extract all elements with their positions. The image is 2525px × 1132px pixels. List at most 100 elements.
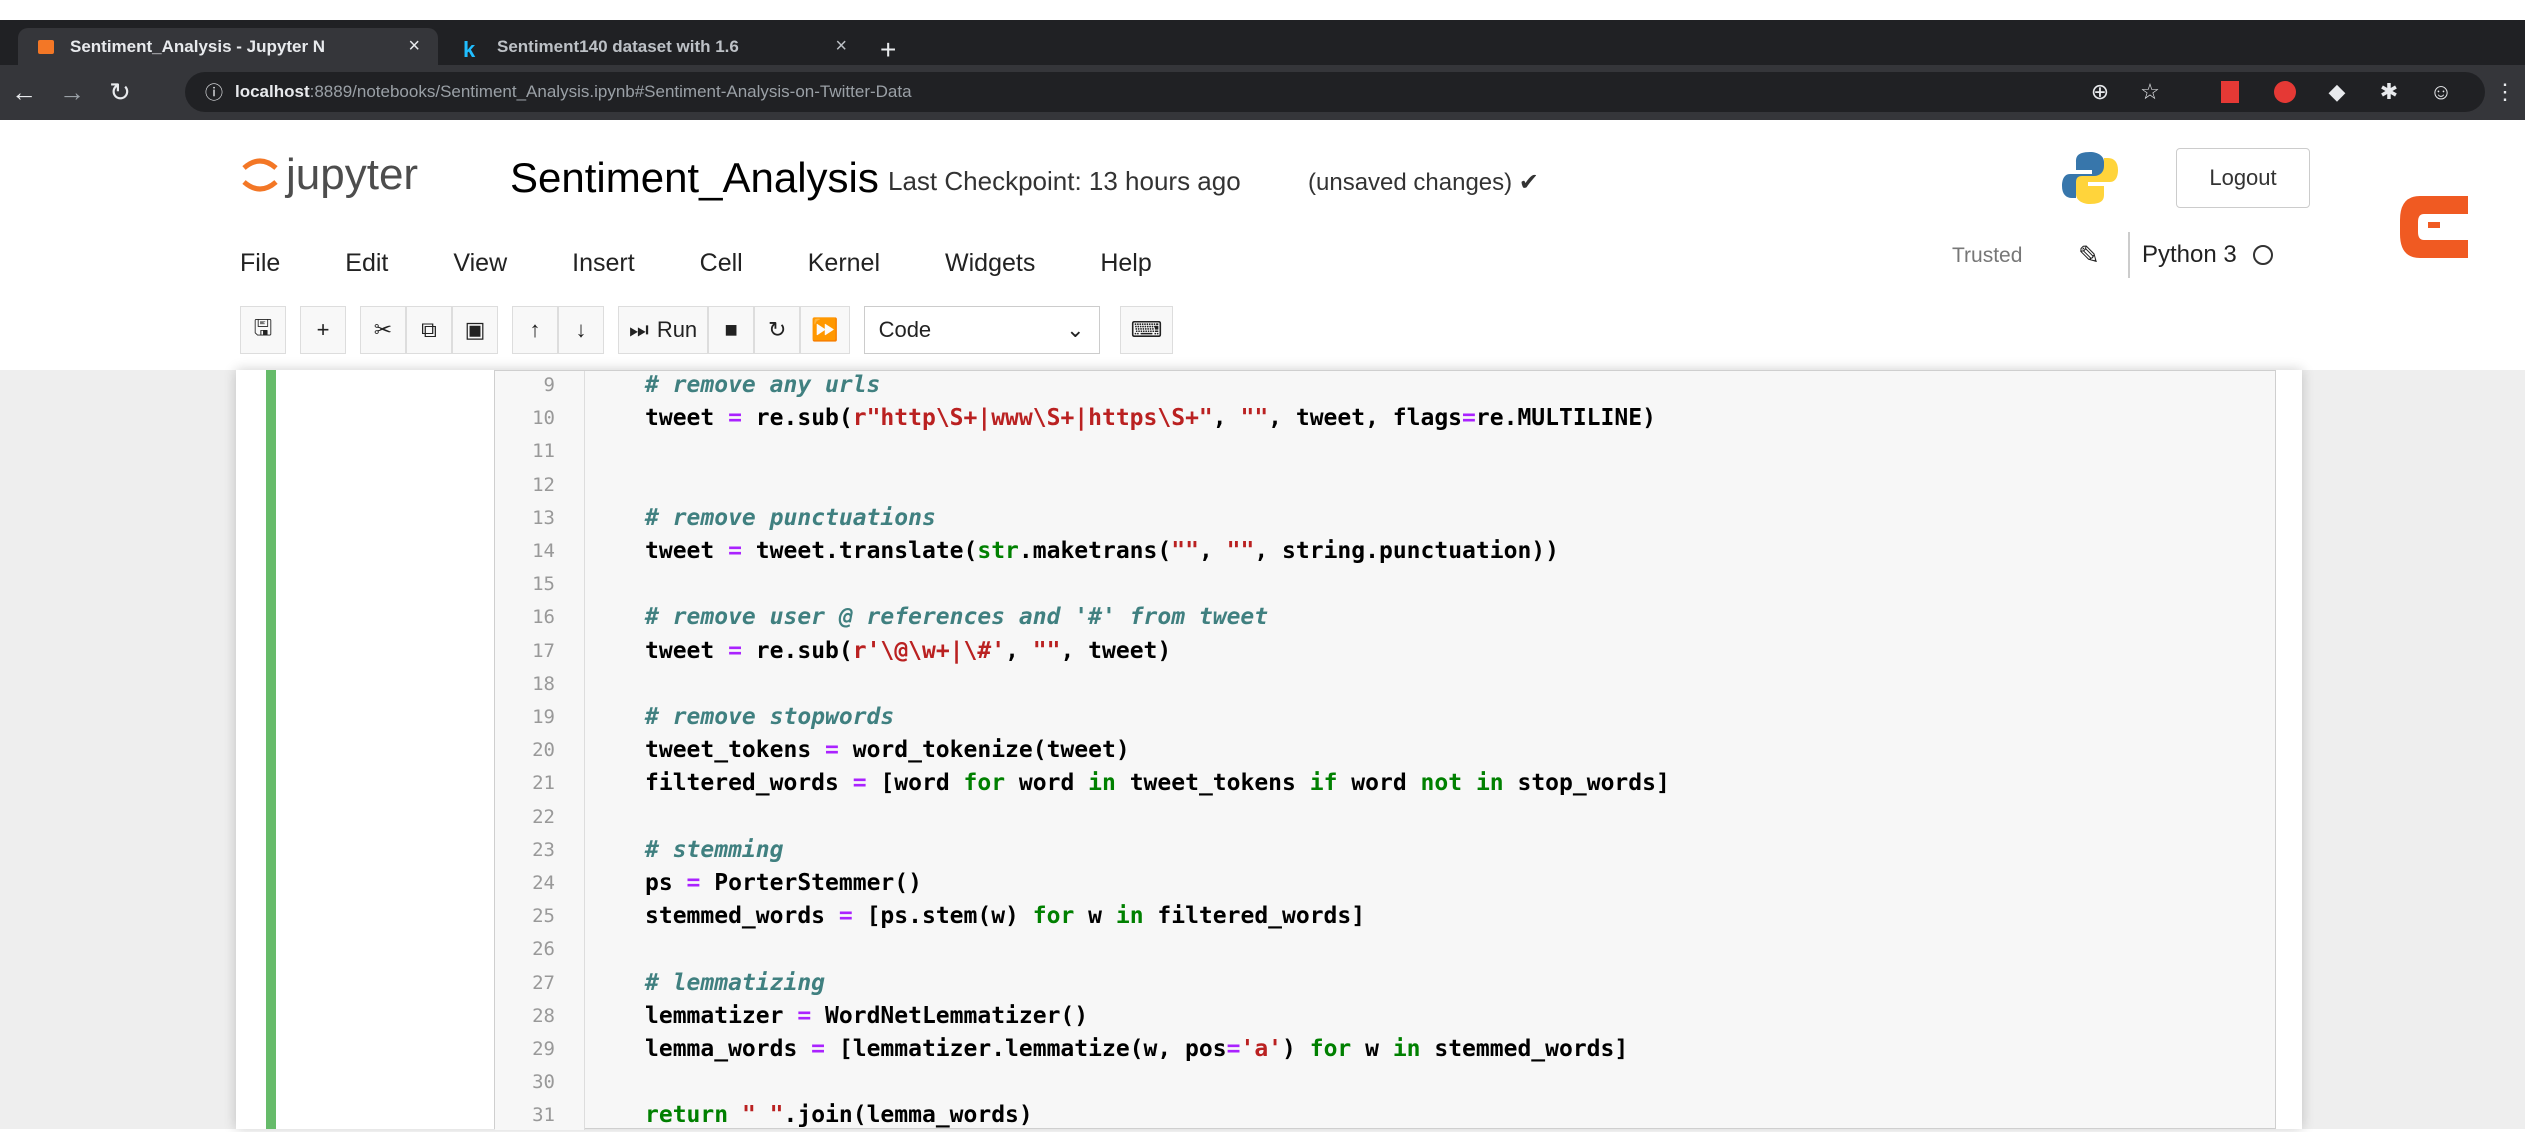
command-palette-keyboard-icon[interactable]: ⌨ — [1119, 306, 1174, 354]
kaggle-favicon-icon: k — [463, 36, 476, 62]
kernel-name: Python 3 — [2142, 241, 2237, 268]
jupyter-logo-icon — [240, 152, 280, 198]
line-number: 15 — [532, 573, 555, 596]
run-step-icon: ⏭ — [629, 317, 649, 342]
save-icon[interactable]: 🖫 — [240, 306, 286, 354]
code-line: 22 — [495, 801, 2275, 834]
menu-widgets[interactable]: Widgets — [945, 249, 1035, 278]
line-number: 27 — [532, 971, 555, 994]
move-down-arrow-icon[interactable]: ↓ — [558, 306, 604, 354]
code-line: 26 — [495, 933, 2275, 966]
extension-ublock-icon[interactable] — [2270, 77, 2300, 107]
menu-file[interactable]: File — [240, 249, 280, 278]
forward-icon[interactable]: → — [48, 77, 96, 108]
code-line: 13 # remove punctuations — [495, 502, 2275, 535]
kernel-idle-icon — [2252, 245, 2273, 265]
menu-help[interactable]: Help — [1100, 249, 1151, 278]
profile-avatar-icon[interactable]: ☺ — [2426, 77, 2456, 107]
code-text: # remove punctuations — [645, 504, 936, 531]
code-text: # lemmatizing — [645, 969, 826, 996]
logout-button[interactable]: Logout — [2176, 148, 2310, 208]
code-editor[interactable]: 9 # remove any urls 10 tweet = re.sub(r"htt… — [494, 369, 2276, 1132]
extension-shield-icon[interactable]: ◆ — [2322, 77, 2352, 107]
line-number: 31 — [532, 1104, 555, 1127]
line-number: 29 — [532, 1038, 555, 1060]
jupyter-logo-text: jupyter — [286, 150, 419, 199]
code-line: 16 # remove user @ references and '#' fro… — [495, 601, 2275, 634]
trusted-indicator[interactable]: Trusted — [1952, 244, 2022, 268]
menu-kebab-icon[interactable]: ⋮ — [2490, 77, 2520, 107]
code-line: 11 — [495, 435, 2275, 468]
kernel-indicator: Python 3 — [2128, 232, 2273, 278]
code-text: ps = PorterStemmer() — [645, 870, 922, 896]
line-number: 12 — [532, 473, 555, 496]
code-line: 9 # remove any urls — [495, 369, 2275, 402]
code-text: tweet = re.sub(r"http\S+|www\S+|https\S+… — [645, 405, 1656, 432]
code-line: 29 lemma_words = [lemmatizer.lemmatize(w,… — [495, 1033, 2275, 1066]
back-icon[interactable]: ← — [0, 77, 48, 108]
code-cell[interactable]: 9 # remove any urls 10 tweet = re.sub(r"htt… — [266, 369, 2276, 1132]
menu-edit[interactable]: Edit — [345, 249, 388, 278]
code-line: 18 — [495, 668, 2275, 701]
line-number: 24 — [532, 872, 555, 894]
code-text: tweet = tweet.translate(str.maketrans(""… — [645, 538, 1559, 564]
code-text: tweet = re.sub(r'\@\w+|\#', "", tweet) — [645, 637, 1172, 664]
code-text: # remove stopwords — [645, 704, 895, 730]
close-tab-icon[interactable]: × — [835, 35, 847, 58]
code-line: 25 stemmed_words = [ps.stem(w) for w in f… — [495, 900, 2275, 933]
line-number: 16 — [532, 606, 555, 629]
insert-cell-plus-icon[interactable]: + — [300, 306, 346, 354]
checkpoint-status: Last Checkpoint: 13 hours ago — [888, 166, 1241, 196]
copy-icon[interactable]: ⧉ — [406, 306, 452, 354]
unsaved-status: (unsaved changes) ✔ — [1308, 169, 1539, 196]
jupyter-logo[interactable]: jupyter — [240, 150, 418, 200]
line-number: 9 — [543, 374, 555, 396]
zoom-icon[interactable]: ⊕ — [2085, 77, 2115, 107]
restart-run-all-icon[interactable]: ⏩ — [800, 306, 850, 354]
browser-tab-bar: Sentiment_Analysis - Jupyter N × k Senti… — [0, 20, 2525, 65]
close-tab-icon[interactable]: × — [408, 35, 420, 58]
reload-icon[interactable]: ↻ — [96, 77, 144, 108]
tab-title: Sentiment_Analysis - Jupyter N — [70, 36, 326, 56]
cell-type-select[interactable]: Code ⌄ — [863, 306, 1100, 354]
code-line: 30 — [495, 1066, 2275, 1099]
menu-cell[interactable]: Cell — [700, 249, 743, 278]
line-number: 10 — [532, 407, 555, 430]
code-line: 20 tweet_tokens = word_tokenize(tweet) — [495, 734, 2275, 767]
code-line: 31 return " ".join(lemma_words) — [495, 1099, 2275, 1132]
line-number: 26 — [532, 938, 555, 961]
line-number: 25 — [532, 905, 555, 928]
jupyter-header: jupyter Sentiment_Analysis Last Checkpoi… — [0, 120, 2525, 370]
cut-scissors-icon[interactable]: ✂ — [360, 306, 406, 354]
notebook-area: 9 # remove any urls 10 tweet = re.sub(r"htt… — [0, 369, 2525, 1132]
code-text: # stemming — [645, 836, 784, 863]
code-text: # remove any urls — [645, 372, 881, 398]
bookmark-star-icon[interactable]: ☆ — [2135, 77, 2165, 107]
menu-view[interactable]: View — [453, 249, 507, 278]
line-number: 14 — [532, 540, 555, 562]
tab-jupyter[interactable]: Sentiment_Analysis - Jupyter N × — [18, 28, 438, 65]
menu-kernel[interactable]: Kernel — [808, 249, 880, 278]
run-button[interactable]: ⏭ Run — [618, 306, 709, 354]
menu-insert[interactable]: Insert — [572, 249, 635, 278]
code-text: stemmed_words = [ps.stem(w) for w in fil… — [645, 903, 1366, 930]
line-number: 20 — [532, 739, 555, 762]
info-icon[interactable]: ⓘ — [205, 79, 223, 105]
restart-kernel-icon[interactable]: ↻ — [754, 306, 801, 354]
line-number: 18 — [532, 672, 555, 695]
jupyter-favicon-icon — [36, 37, 56, 57]
paste-icon[interactable]: ▣ — [452, 306, 498, 354]
interrupt-stop-icon[interactable]: ■ — [708, 306, 755, 354]
move-up-arrow-icon[interactable]: ↑ — [512, 306, 558, 354]
chevron-down-icon: ⌄ — [1066, 317, 1085, 342]
code-line: 23 # stemming — [495, 834, 2275, 867]
new-tab-button[interactable]: + — [880, 36, 896, 64]
notebook-name[interactable]: Sentiment_Analysis — [510, 154, 879, 202]
extension-red-icon[interactable] — [2215, 77, 2245, 107]
code-line: 15 — [495, 568, 2275, 601]
url-path: :8889/notebooks/Sentiment_Analysis.ipynb… — [309, 82, 912, 101]
extensions-puzzle-icon[interactable]: ✱ — [2374, 77, 2404, 107]
run-label: Run — [656, 317, 698, 342]
tab-kaggle[interactable]: k Sentiment140 dataset with 1.6 × — [445, 28, 865, 65]
code-text: return " ".join(lemma_words) — [645, 1102, 1033, 1129]
